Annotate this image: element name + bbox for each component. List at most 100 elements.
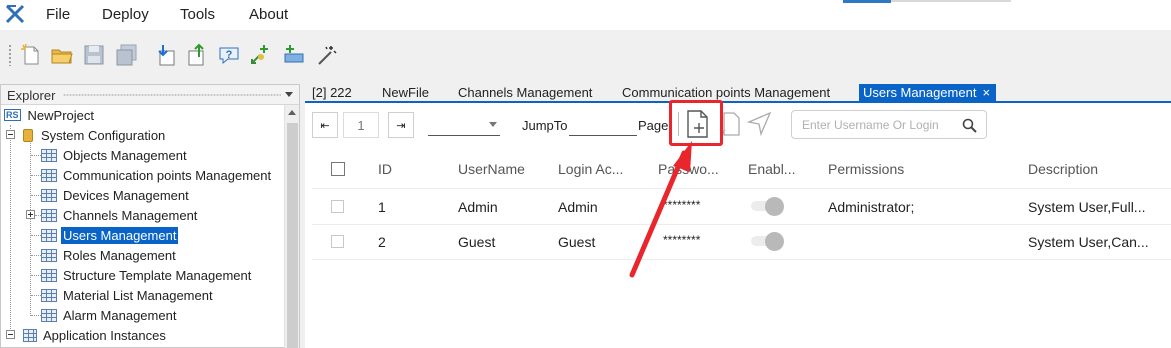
row-divider xyxy=(312,224,1171,225)
tree-item-structure-template[interactable]: Structure Template Management xyxy=(41,265,253,285)
column-permissions[interactable]: Permissions xyxy=(828,161,904,177)
save-icon[interactable] xyxy=(82,43,106,67)
search-placeholder: Enter Username Or Login xyxy=(802,118,939,132)
cell-username: Guest xyxy=(458,234,496,250)
open-folder-icon[interactable] xyxy=(50,43,74,67)
scroll-up-icon[interactable] xyxy=(288,110,296,115)
menu-file[interactable]: File xyxy=(46,6,70,23)
new-file-icon[interactable] xyxy=(19,43,43,67)
svg-text:?: ? xyxy=(226,49,233,61)
chevron-down-icon[interactable] xyxy=(285,92,293,97)
search-icon[interactable] xyxy=(955,115,983,135)
grid-icon xyxy=(41,288,57,302)
grid-icon xyxy=(41,208,57,222)
app-logo-icon xyxy=(5,4,25,24)
menu-about[interactable]: About xyxy=(249,6,288,23)
tree-item-label: Alarm Management xyxy=(63,307,177,323)
tree-connector xyxy=(31,235,41,236)
search-input[interactable]: Enter Username Or Login xyxy=(791,110,987,139)
magic-wand-icon[interactable] xyxy=(314,43,338,67)
help-icon[interactable]: ? xyxy=(217,43,241,67)
column-id[interactable]: ID xyxy=(378,161,392,177)
column-description[interactable]: Description xyxy=(1028,161,1098,177)
tree-item-label: Application Instances xyxy=(43,327,166,343)
export-icon[interactable] xyxy=(185,43,209,67)
toolbar-grip[interactable] xyxy=(8,44,12,66)
cell-password: ******** xyxy=(663,198,701,212)
expand-toggle[interactable] xyxy=(26,210,35,219)
tree-connector xyxy=(10,125,11,337)
app-instances-icon xyxy=(23,328,37,342)
collapse-toggle[interactable] xyxy=(6,130,15,139)
tree-item-alarm-management[interactable]: Alarm Management xyxy=(41,305,178,325)
toggle-knob xyxy=(765,232,784,251)
menu-deploy[interactable]: Deploy xyxy=(102,6,149,23)
import-icon[interactable] xyxy=(154,43,178,67)
grid-icon xyxy=(41,168,57,182)
grid-icon xyxy=(41,228,57,242)
cell-id: 1 xyxy=(378,199,386,215)
cell-id: 2 xyxy=(378,234,386,250)
first-page-button[interactable]: ⇤ xyxy=(312,112,338,138)
tree-item-label: System Configuration xyxy=(41,127,166,143)
app-window: File Deploy Tools About ? Explorer RS Ne… xyxy=(0,0,1171,348)
grid-icon xyxy=(41,188,57,202)
explorer-scrollbar[interactable] xyxy=(284,105,299,348)
column-enabled[interactable]: Enabl... xyxy=(748,161,795,177)
tree-connector xyxy=(30,143,31,316)
last-page-button[interactable]: ⇥ xyxy=(388,112,414,138)
explorer-grip xyxy=(63,94,281,96)
tree-connector xyxy=(31,155,41,156)
tree-item-roles-management[interactable]: Roles Management xyxy=(41,245,178,265)
toggle-knob xyxy=(765,197,784,216)
page-label: Page xyxy=(638,118,669,133)
close-icon[interactable]: × xyxy=(982,85,990,100)
jump-to-input[interactable] xyxy=(569,114,637,136)
tree-item-devices-management[interactable]: Devices Management xyxy=(41,185,191,205)
cell-description: System User,Can... xyxy=(1028,234,1149,250)
tree-item-users-management[interactable]: Users Management xyxy=(41,225,179,245)
chevron-down-icon xyxy=(489,122,497,127)
row-checkbox[interactable] xyxy=(331,200,344,213)
row-checkbox[interactable] xyxy=(331,235,344,248)
column-login-account[interactable]: Login Ac... xyxy=(558,161,623,177)
header-divider xyxy=(312,188,1171,189)
tree-item-label: Communication points Management xyxy=(63,167,272,183)
menu-tools[interactable]: Tools xyxy=(180,6,215,23)
cell-login: Admin xyxy=(558,199,598,215)
tree-item-application-instances[interactable]: Application Instances xyxy=(23,325,168,345)
cell-login: Guest xyxy=(558,234,596,250)
tree-item-label: NewProject xyxy=(27,107,94,123)
select-all-checkbox[interactable] xyxy=(331,162,345,176)
grid-icon xyxy=(41,308,57,322)
tree-item-project[interactable]: RS NewProject xyxy=(4,105,96,125)
explorer-title: Explorer xyxy=(7,88,56,103)
save-all-icon[interactable] xyxy=(114,43,138,67)
row-divider xyxy=(312,259,1171,260)
column-username[interactable]: UserName xyxy=(458,161,525,177)
tree-item-objects-management[interactable]: Objects Management xyxy=(41,145,189,165)
enabled-toggle[interactable] xyxy=(751,197,785,216)
column-password[interactable]: Passwo... xyxy=(658,161,719,177)
tree-item-communication-points[interactable]: Communication points Management xyxy=(41,165,273,185)
enabled-toggle[interactable] xyxy=(751,232,785,251)
grid-icon xyxy=(41,148,57,162)
add-item-icon[interactable] xyxy=(282,43,306,67)
explorer-panel: Explorer RS NewProject System Configurat… xyxy=(0,84,300,348)
tree-item-material-list[interactable]: Material List Management xyxy=(41,285,215,305)
tree-item-label: Channels Management xyxy=(63,207,198,223)
tree-connector xyxy=(31,275,41,276)
collapse-toggle[interactable] xyxy=(6,330,15,339)
cell-description: System User,Full... xyxy=(1028,199,1146,215)
tree-item-system-configuration[interactable]: System Configuration xyxy=(23,125,167,145)
cell-password: ******** xyxy=(663,233,701,247)
add-device-icon[interactable] xyxy=(249,43,273,67)
send-icon[interactable] xyxy=(746,110,774,138)
project-badge-icon: RS xyxy=(4,109,21,121)
tree-item-channels-management[interactable]: Channels Management xyxy=(41,205,199,225)
title-accent xyxy=(843,0,891,3)
menu-bar: File Deploy Tools About xyxy=(0,0,1171,30)
page-size-dropdown[interactable] xyxy=(428,114,500,136)
scrollbar-thumb[interactable] xyxy=(287,123,298,348)
tree-item-label: Roles Management xyxy=(63,247,176,263)
